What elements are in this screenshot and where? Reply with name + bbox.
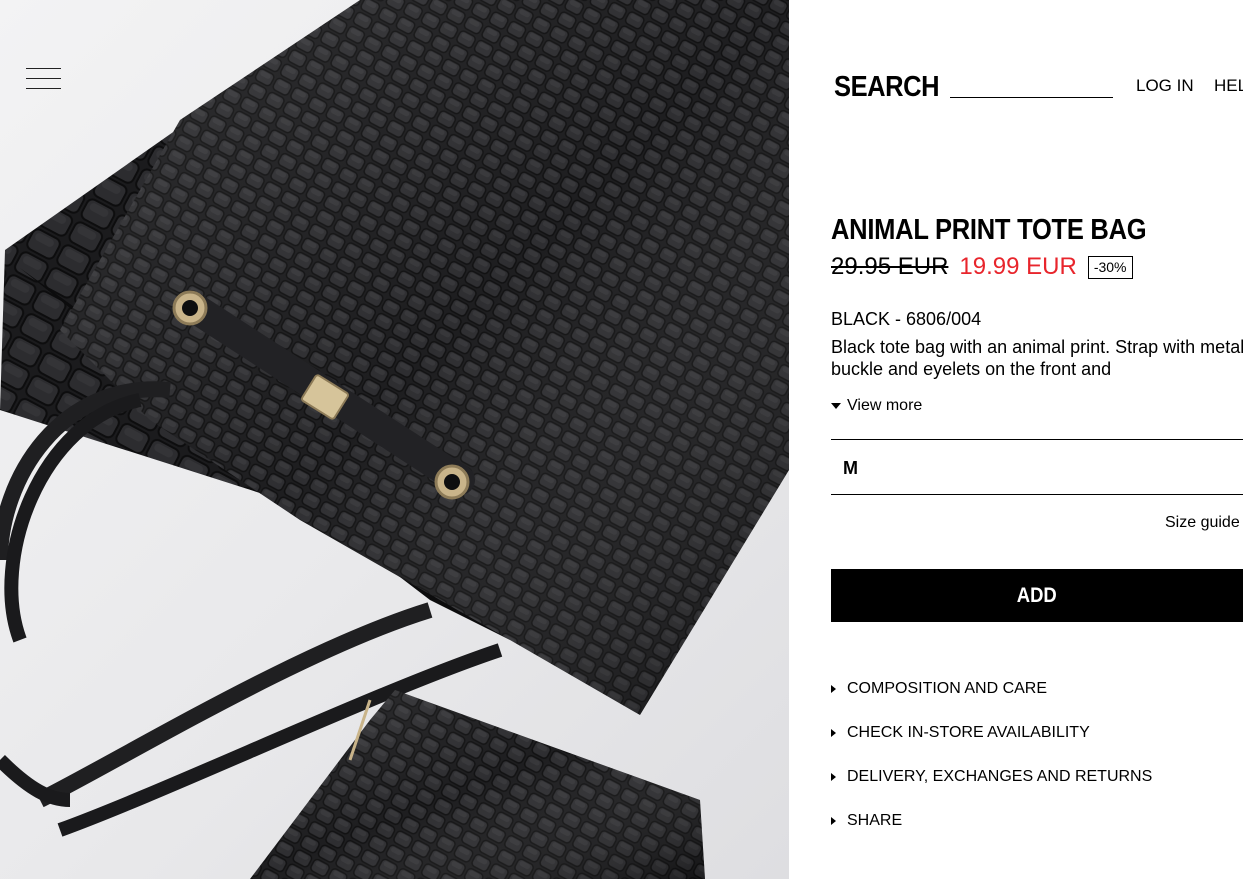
size-guide-link[interactable]: Size guide <box>1165 514 1240 532</box>
add-to-cart-button[interactable]: ADD <box>831 569 1243 622</box>
accordion-delivery-returns[interactable]: DELIVERY, EXCHANGES AND RETURNS <box>831 768 1152 786</box>
accordion-label: CHECK IN-STORE AVAILABILITY <box>847 724 1090 741</box>
old-price: 29.95 EUR <box>831 253 949 280</box>
login-link[interactable]: LOG IN <box>1136 76 1194 96</box>
price-row: 29.95 EUR 19.99 EUR -30% <box>831 253 1133 281</box>
product-image[interactable] <box>0 0 789 879</box>
caret-down-icon <box>831 403 841 409</box>
help-link[interactable]: HEL <box>1214 76 1243 96</box>
caret-right-icon <box>831 817 836 825</box>
search-label[interactable]: SEARCH <box>834 70 940 104</box>
accordion-store-availability[interactable]: CHECK IN-STORE AVAILABILITY <box>831 724 1090 742</box>
product-title: ANIMAL PRINT TOTE BAG <box>831 214 1147 246</box>
caret-right-icon <box>831 729 836 737</box>
size-selector[interactable]: M <box>831 439 1243 495</box>
product-description: Black tote bag with an animal print. Str… <box>831 337 1243 379</box>
accordion-label: SHARE <box>847 812 903 829</box>
sale-price: 19.99 EUR <box>959 253 1077 280</box>
add-button-label: ADD <box>1016 583 1058 607</box>
accordion-label: DELIVERY, EXCHANGES AND RETURNS <box>847 768 1153 785</box>
search-input[interactable] <box>950 78 1113 98</box>
tote-bag-illustration <box>0 0 789 879</box>
caret-right-icon <box>831 773 836 781</box>
search-area[interactable]: SEARCH <box>834 70 1113 104</box>
accordion-label: COMPOSITION AND CARE <box>847 680 1048 697</box>
view-more-label: View more <box>847 397 923 414</box>
menu-icon[interactable] <box>26 67 61 91</box>
discount-badge: -30% <box>1087 255 1133 279</box>
color-reference: BLACK - 6806/004 <box>831 309 982 329</box>
caret-right-icon <box>831 685 836 693</box>
accordion-composition-care[interactable]: COMPOSITION AND CARE <box>831 680 1047 698</box>
view-more-toggle[interactable]: View more <box>831 397 922 415</box>
selected-size: M <box>843 458 858 478</box>
accordion-share[interactable]: SHARE <box>831 812 902 830</box>
